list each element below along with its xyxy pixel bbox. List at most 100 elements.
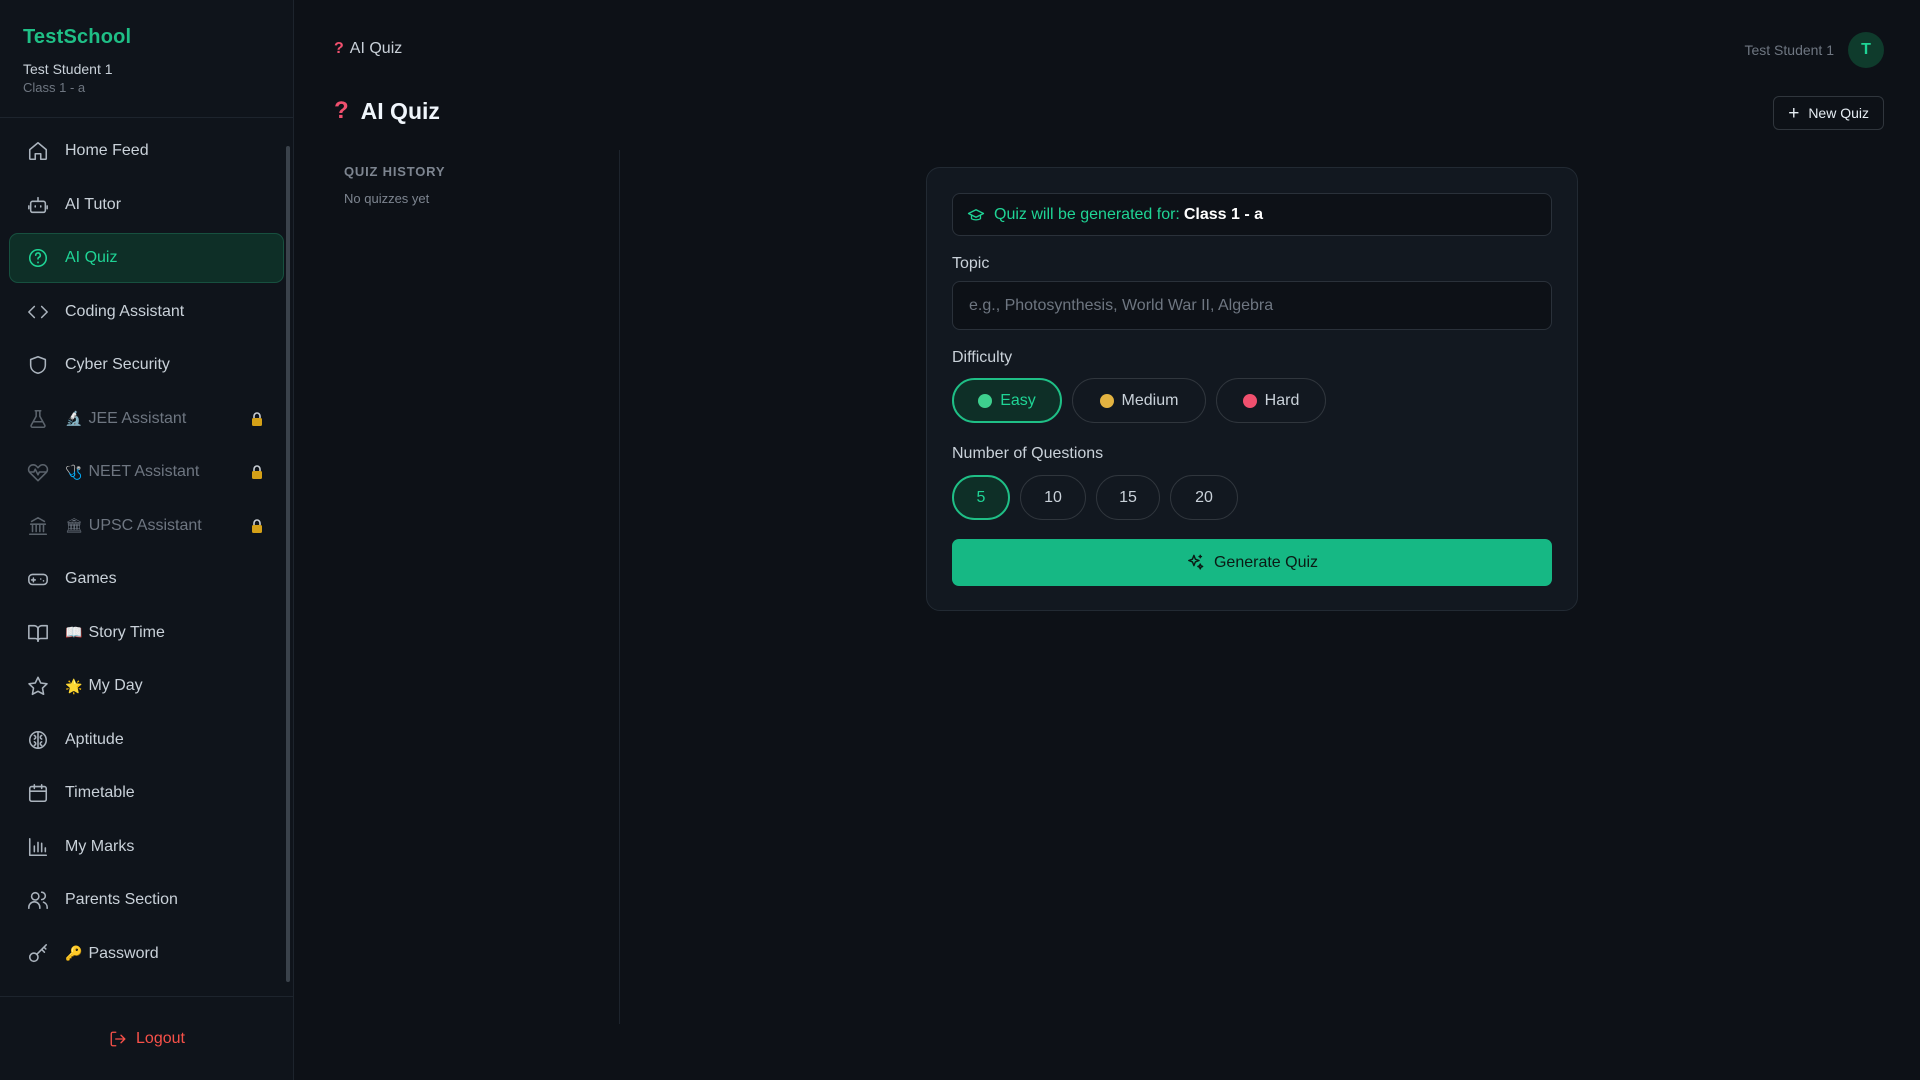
new-quiz-button[interactable]: + New Quiz <box>1773 96 1884 130</box>
sidebar-item-emoji: 🩺 <box>65 463 83 480</box>
sidebar-item-emoji: 🏛 <box>65 517 83 533</box>
sidebar-item-home-feed[interactable]: Home Feed <box>9 126 284 176</box>
avatar[interactable]: T <box>1848 32 1884 68</box>
book-open-icon <box>27 622 49 644</box>
quiz-history-title: QUIZ HISTORY <box>344 164 446 179</box>
sidebar-item-label: Coding Assistant <box>65 302 185 320</box>
home-icon <box>27 140 49 162</box>
sidebar-item-upsc-assistant[interactable]: 🏛 UPSC Assistant <box>9 501 284 551</box>
difficulty-options: Easy Medium Hard <box>952 378 1326 423</box>
page-title-label: AI Quiz <box>360 97 440 124</box>
sidebar-item-label: AI Tutor <box>65 195 122 213</box>
difficulty-label-text: Easy <box>1000 391 1036 409</box>
page-title: ? AI Quiz <box>334 97 440 125</box>
sidebar-item-label: Parents Section <box>65 891 178 908</box>
question-count-option[interactable]: 20 <box>1170 475 1238 520</box>
banner-label: Quiz will be generated for: <box>994 205 1180 223</box>
code-icon <box>27 301 49 323</box>
difficulty-dot-icon <box>1242 393 1257 408</box>
user-name: Test Student 1 <box>1744 42 1834 58</box>
sidebar-item-games[interactable]: Games <box>9 554 284 604</box>
sidebar-item-parents-section[interactable]: Parents Section <box>9 875 284 925</box>
user-menu[interactable]: Test Student 1 T <box>1744 32 1884 68</box>
landmark-icon <box>27 515 49 537</box>
logout-area: Logout <box>0 996 294 1080</box>
plus-icon: + <box>1788 102 1800 124</box>
difficulty-easy-option[interactable]: Easy <box>952 378 1062 423</box>
calendar-icon <box>27 782 49 804</box>
difficulty-medium-option[interactable]: Medium <box>1072 378 1206 423</box>
brand-class-name: Class 1 - a <box>23 80 86 95</box>
logout-label: Logout <box>136 1029 185 1047</box>
difficulty-dot-icon <box>1099 393 1114 408</box>
lock-icon <box>251 411 263 426</box>
heart-pulse-icon <box>27 461 49 483</box>
sidebar-item-coding-assistant[interactable]: Coding Assistant <box>9 287 284 337</box>
sidebar: TestSchool Test Student 1 Class 1 - a Ho… <box>0 0 294 1080</box>
quiz-history-empty: No quizzes yet <box>344 191 430 206</box>
quiz-form-card: Quiz will be generated for: Class 1 - a … <box>926 167 1578 611</box>
sidebar-item-story-time[interactable]: 📖 Story Time <box>9 608 284 658</box>
gamepad-icon <box>27 568 49 590</box>
sidebar-item-label: My Day <box>88 677 143 694</box>
question-count-option[interactable]: 10 <box>1020 475 1086 520</box>
sidebar-item-label: Aptitude <box>65 730 124 748</box>
sparkles-icon <box>1188 554 1204 570</box>
question-mark-icon: ? <box>334 40 344 57</box>
history-divider <box>619 150 620 1024</box>
generate-quiz-button[interactable]: Generate Quiz <box>952 539 1552 586</box>
question-mark-icon: ? <box>334 97 349 124</box>
users-icon <box>27 889 49 911</box>
sidebar-item-emoji: 🌟 <box>65 677 83 694</box>
sidebar-item-emoji: 🔑 <box>65 945 83 961</box>
key-icon <box>27 943 49 965</box>
robot-icon <box>27 194 49 216</box>
sidebar-item-label: Timetable <box>65 784 135 801</box>
bar-chart-icon <box>27 836 49 858</box>
sidebar-item-ai-tutor[interactable]: AI Tutor <box>9 180 284 230</box>
topic-input[interactable] <box>952 281 1552 330</box>
sidebar-item-emoji: 📖 <box>65 624 83 640</box>
sidebar-item-label: JEE Assistant <box>88 409 187 427</box>
breadcrumb: ? AI Quiz <box>334 40 402 58</box>
sidebar-item-neet-assistant[interactable]: 🩺 NEET Assistant <box>9 447 284 497</box>
sidebar-item-jee-assistant[interactable]: 🔬 JEE Assistant <box>9 394 284 444</box>
sidebar-item-emoji: 🔬 <box>65 410 83 426</box>
sidebar-scrollbar[interactable] <box>286 146 290 982</box>
sidebar-item-label: Password <box>88 944 159 962</box>
sidebar-item-ai-quiz[interactable]: AI Quiz <box>9 233 284 283</box>
sidebar-nav: Home Feed AI Tutor AI Quiz Coding Assistant… <box>9 126 284 982</box>
sidebar-item-password[interactable]: 🔑 Password <box>9 929 284 979</box>
logout-button[interactable]: Logout <box>109 1030 185 1048</box>
brand-user-name: Test Student 1 <box>23 61 113 77</box>
sidebar-item-label: NEET Assistant <box>88 463 200 480</box>
shield-icon <box>27 354 49 376</box>
difficulty-dot-icon <box>978 393 993 408</box>
sidebar-item-my-day[interactable]: 🌟 My Day <box>9 661 284 711</box>
flask-icon <box>27 408 49 430</box>
brain-icon <box>27 729 49 751</box>
sidebar-item-label: My Marks <box>65 837 135 855</box>
sidebar-item-label: Games <box>65 570 117 587</box>
sidebar-item-my-marks[interactable]: My Marks <box>9 822 284 872</box>
difficulty-hard-option[interactable]: Hard <box>1216 378 1326 423</box>
brand-name: TestSchool <box>23 26 132 48</box>
question-count-option[interactable]: 5 <box>952 475 1010 520</box>
brand-block: TestSchool Test Student 1 Class 1 - a <box>0 0 293 118</box>
question-count-options: 5 10 15 20 <box>952 475 1238 520</box>
question-count-option[interactable]: 15 <box>1096 475 1160 520</box>
logout-icon <box>110 1031 126 1046</box>
sidebar-item-label: AI Quiz <box>65 249 118 266</box>
app-root: TestSchool Test Student 1 Class 1 - a Ho… <box>0 0 1920 1080</box>
quiz-history: QUIZ HISTORY No quizzes yet <box>344 164 620 206</box>
new-quiz-label: New Quiz <box>1808 105 1869 121</box>
lock-icon <box>251 518 263 533</box>
difficulty-label: Difficulty <box>952 349 1013 366</box>
class-banner: Quiz will be generated for: Class 1 - a <box>952 193 1552 236</box>
sidebar-item-aptitude[interactable]: Aptitude <box>9 715 284 765</box>
banner-class: Class 1 - a <box>1183 205 1264 223</box>
sidebar-item-cyber-security[interactable]: Cyber Security <box>9 340 284 390</box>
sidebar-item-label: Story Time <box>88 623 165 641</box>
sidebar-item-timetable[interactable]: Timetable <box>9 768 284 818</box>
star-icon <box>27 675 49 697</box>
